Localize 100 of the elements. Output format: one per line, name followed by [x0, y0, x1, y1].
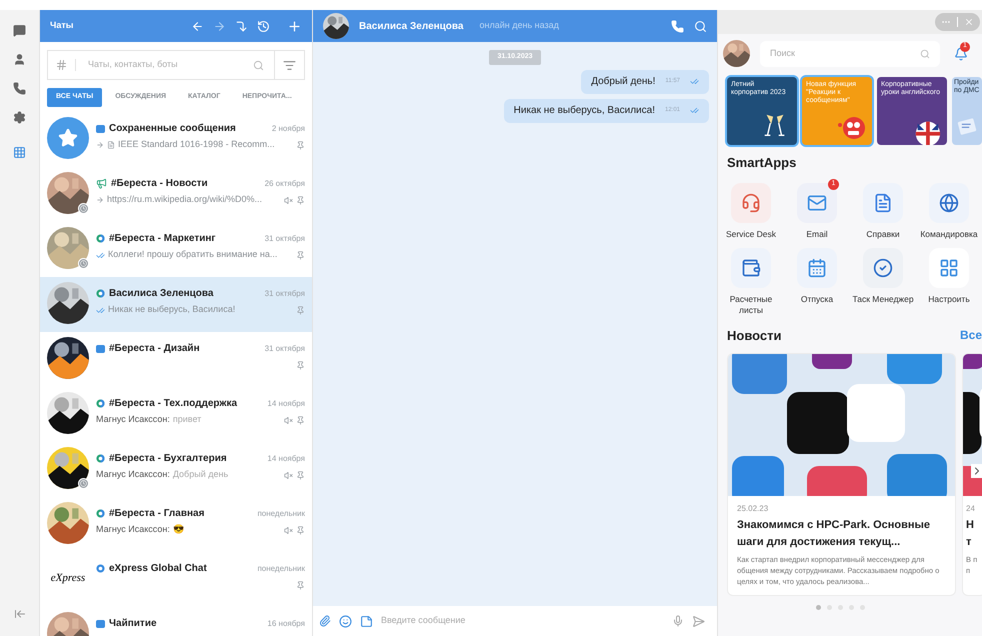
chat-date: 31 октября: [264, 288, 305, 300]
chat-name: Сохраненные сообщения: [109, 122, 236, 136]
chat-date: 26 октября: [264, 178, 305, 190]
chat-name: #Береста - Главная: [109, 507, 204, 521]
logo-avatar: eXpress: [50, 570, 86, 586]
forward-icon[interactable]: [213, 20, 226, 32]
chat-date: 2 ноября: [272, 122, 305, 134]
app-tile[interactable]: Настроить: [916, 248, 982, 316]
chat-item[interactable]: Василиса Зеленцова 31 октября Никак не выберусь, Василиса!: [40, 277, 312, 332]
chat-type-icon: [96, 620, 105, 628]
check-circle-icon: [873, 258, 893, 278]
app-tile[interactable]: Отпуска: [784, 248, 850, 316]
calendar-icon: [807, 258, 827, 278]
next-icon[interactable]: [971, 464, 982, 478]
news-card[interactable]: [727, 353, 956, 596]
message-text: Добрый день!: [591, 75, 656, 89]
grid-icon: [939, 258, 959, 278]
chat-date: 31 октября: [264, 232, 305, 244]
app-tile[interactable]: Расчетные листы: [718, 248, 784, 316]
section-title: Новости: [727, 326, 782, 344]
chat-name: #Береста - Тех.поддержка: [109, 397, 238, 411]
news-date: 24: [966, 504, 976, 514]
saved-messages-avatar: [47, 117, 89, 159]
app-tile[interactable]: Справки: [850, 182, 916, 240]
contact-icon[interactable]: [13, 53, 26, 66]
message-preview: Коллеги! прошу обратить внимание на...: [108, 248, 278, 262]
sender-name: Магнус Исакссон:: [96, 523, 170, 536]
back-icon[interactable]: [191, 20, 204, 32]
app-tile[interactable]: Командировка: [916, 182, 982, 240]
search-input[interactable]: Чаты, контакты, боты: [76, 58, 253, 72]
panel-title: Чаты: [50, 19, 74, 32]
chat-icon[interactable]: [13, 24, 26, 37]
app-label: Отпуска: [800, 294, 834, 304]
message-preview: 😎: [172, 523, 184, 536]
wallet-icon: [741, 258, 761, 278]
search-icon[interactable]: [694, 20, 707, 32]
news-title: Знакомимся с HPC-Park. Основные шаги для достижения текущ...: [737, 518, 932, 550]
message-preview: Добрый день: [172, 468, 228, 482]
chat-date: 31 октября: [264, 342, 305, 354]
headset-icon: [741, 192, 761, 212]
chat-type-icon: [96, 344, 105, 352]
grid-icon[interactable]: [13, 146, 26, 159]
chat-name: #Береста - Новости: [111, 177, 208, 191]
search-icon[interactable]: [253, 60, 264, 70]
contact-status: онлайн день назад: [480, 19, 559, 32]
envelope-icon: [807, 192, 827, 212]
group-type-icon: [96, 454, 105, 463]
search-field[interactable]: Чаты, контакты, боты: [47, 50, 305, 80]
sender-name: Магнус Исакссон:: [96, 468, 170, 482]
app-label: Расчетные листы: [728, 294, 774, 316]
emoji-icon[interactable]: [339, 614, 352, 628]
app-label: Email: [805, 228, 829, 240]
message-preview: Никак не выберусь, Василиса!: [108, 303, 236, 316]
app-label: Справки: [865, 228, 901, 240]
app-label: Service Desk: [724, 228, 778, 240]
section-title: SmartApps: [726, 154, 798, 172]
chat-name: eXpress Global Chat: [109, 562, 207, 576]
group-type-icon: [96, 234, 105, 243]
search-icon[interactable]: [920, 48, 930, 58]
collapse-icon[interactable]: [14, 608, 26, 620]
app-label: Командировка: [919, 228, 979, 240]
bell-icon[interactable]: [954, 46, 968, 60]
settings-icon[interactable]: [13, 111, 26, 124]
search-field[interactable]: Поиск: [760, 40, 940, 66]
attach-icon[interactable]: [319, 615, 331, 627]
news-date: 25.02.23: [737, 504, 770, 514]
chat-date: 14 ноября: [267, 398, 305, 410]
microphone-icon[interactable]: [672, 615, 684, 627]
message-preview: привет: [172, 413, 202, 426]
sticker-icon[interactable]: [360, 614, 373, 628]
phone-icon[interactable]: [13, 82, 26, 95]
global-type-icon: [96, 564, 105, 573]
app-label: Настроить: [927, 294, 971, 304]
sender-name: Магнус Исакссон:: [96, 413, 170, 426]
send-icon[interactable]: [692, 614, 705, 628]
jump-icon[interactable]: [235, 20, 248, 32]
history-icon[interactable]: [257, 20, 270, 32]
chat-name: #Береста - Дизайн: [109, 342, 200, 356]
app-tile[interactable]: Service Desk: [718, 182, 784, 240]
message-input[interactable]: Введите сообщение: [381, 614, 664, 628]
add-icon[interactable]: [287, 18, 302, 34]
chat-name: Василиса Зеленцова: [109, 287, 214, 301]
close-icon[interactable]: [964, 17, 974, 27]
message-preview: IEEE Standard 1016-1998 - Recomm...: [118, 138, 275, 152]
globe-icon: [939, 192, 959, 212]
chat-date: 16 ноября: [267, 618, 305, 630]
chat-name: #Береста - Маркетинг: [109, 232, 216, 246]
channel-icon: [96, 178, 107, 189]
group-type-icon: [96, 289, 105, 298]
filter-icon[interactable]: [283, 58, 296, 72]
chat-date: понедельник: [257, 562, 305, 574]
message-text: Никак не выберусь, Василиса!: [514, 104, 655, 118]
search-input[interactable]: Поиск: [770, 46, 920, 60]
app-tile[interactable]: Таск Менеджер: [850, 248, 916, 316]
group-type-icon: [96, 509, 105, 518]
app-label: Таск Менеджер: [851, 294, 915, 304]
chat-name: Чайпитие: [109, 617, 157, 631]
contact-name: Василиса Зеленцова: [359, 20, 464, 34]
group-type-icon: [96, 399, 105, 408]
document-icon: [873, 192, 893, 212]
